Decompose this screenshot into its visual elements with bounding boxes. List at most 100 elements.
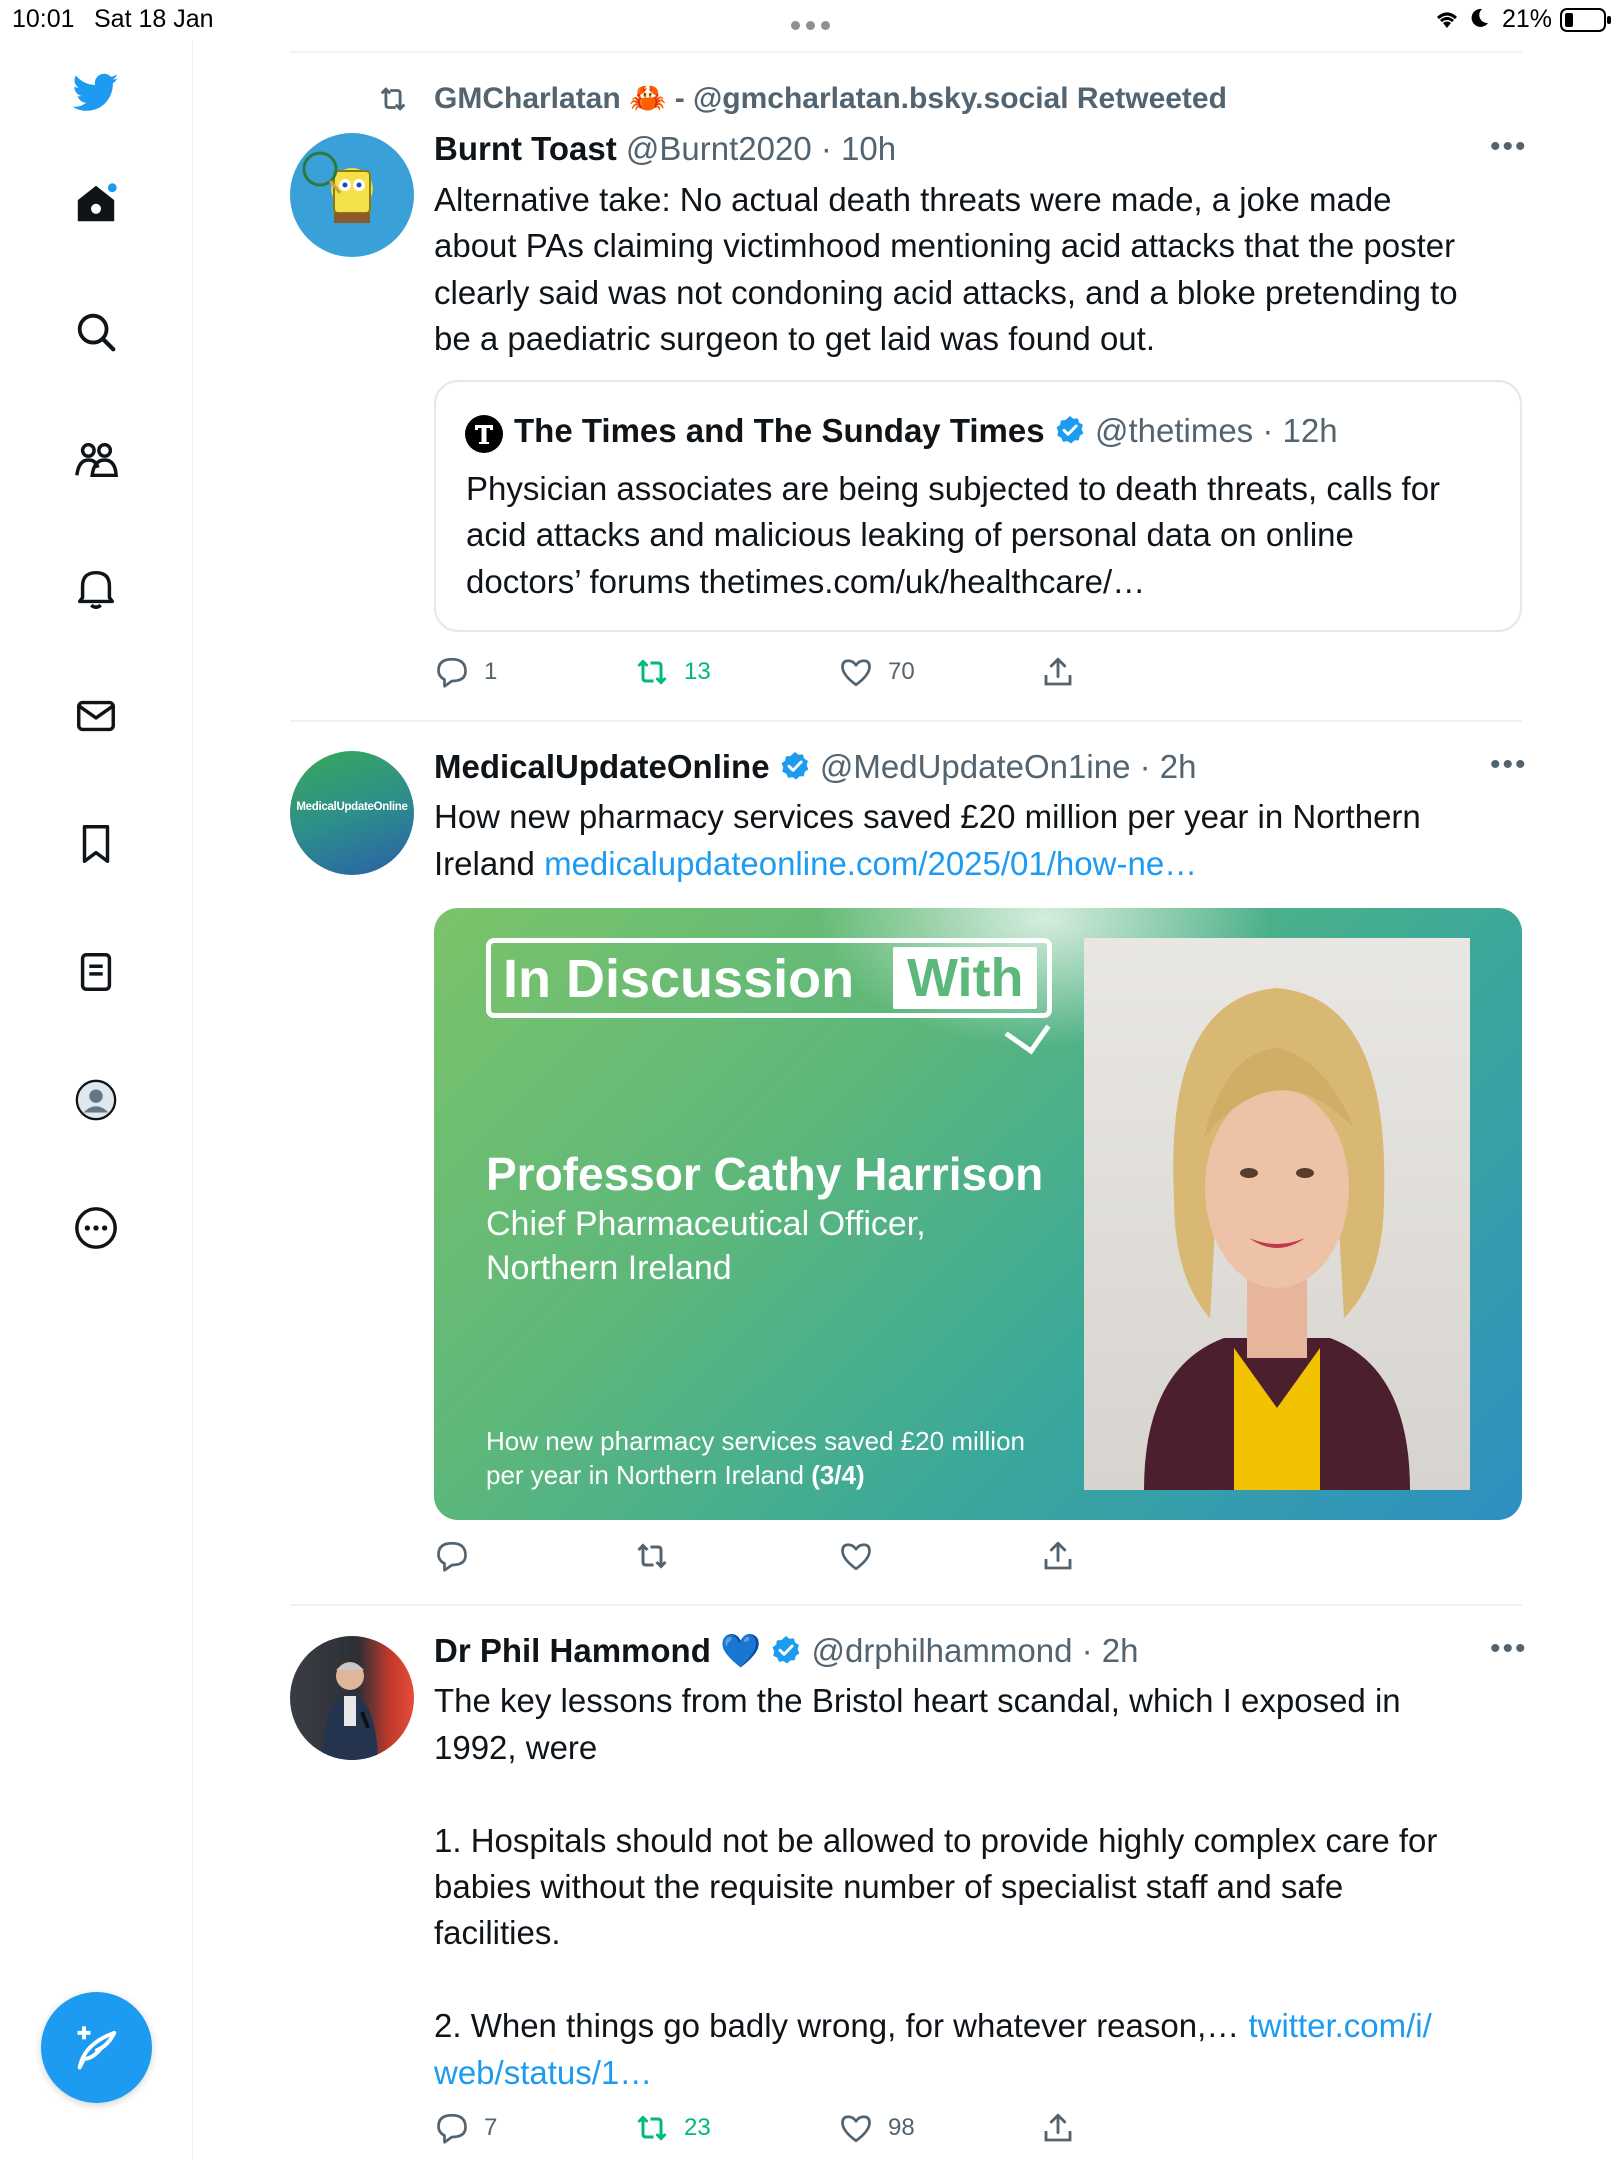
tweet-more-button[interactable]: ••• <box>1490 748 1528 782</box>
tweet-more-button[interactable]: ••• <box>1490 130 1528 164</box>
nav-notifications[interactable] <box>66 558 126 618</box>
avatar-medical-update-online[interactable]: MedicalUpdateOnline <box>290 751 414 875</box>
communities-icon <box>75 442 118 478</box>
nav-communities[interactable] <box>66 430 126 490</box>
verified-badge-icon <box>781 752 809 780</box>
share-icon <box>1044 2113 1072 2142</box>
retweet-count: 13 <box>684 658 711 685</box>
author-handle-time[interactable]: @MedUpdateOn1ine · 2h <box>820 748 1197 785</box>
nav-bookmarks[interactable] <box>66 814 126 874</box>
reply-count: 1 <box>484 658 498 685</box>
tweet-text-line: 1. Hospitals should not be allowed to pr… <box>434 1822 1438 1859</box>
reply-icon <box>437 2113 467 2144</box>
search-icon <box>77 313 116 352</box>
battery-icon <box>1560 8 1612 39</box>
nav-messages[interactable] <box>66 686 126 746</box>
compose-icon <box>77 2025 116 2069</box>
verified-badge-icon <box>772 1636 800 1664</box>
quoted-tweet[interactable]: The Times and The Sunday Times @thetimes… <box>434 380 1522 632</box>
retweet-icon <box>637 2115 667 2141</box>
lists-icon <box>80 953 112 991</box>
speech-bubble-badge: In Discussion With <box>486 938 1052 1055</box>
tweet-text-line: about PAs claiming victimhood mentioning… <box>434 227 1456 264</box>
tweet-divider <box>290 720 1522 722</box>
retweet-button[interactable]: 23 <box>634 2108 711 2148</box>
tweet-text-line: 2. When things go badly wrong, for whate… <box>434 2003 1432 2050</box>
avatar-burnt-toast[interactable] <box>290 133 414 257</box>
reply-icon <box>437 657 467 688</box>
retweet-button[interactable]: 13 <box>634 652 711 692</box>
tweet-text-line: How new pharmacy services saved £20 mill… <box>434 798 1421 835</box>
portrait-photo <box>1084 938 1470 1490</box>
avatar-dr-phil-hammond[interactable] <box>290 1636 414 1760</box>
reply-button[interactable]: 1 <box>434 652 497 692</box>
status-time: 10:01 <box>12 5 75 33</box>
share-button[interactable] <box>1040 652 1076 692</box>
tweet-text-line: Alternative take: No actual death threat… <box>434 181 1392 218</box>
media-card[interactable]: In Discussion With Professor Cathy Harri… <box>434 908 1522 1520</box>
share-button[interactable] <box>1040 1536 1076 1576</box>
share-icon <box>1044 657 1072 686</box>
heart-icon <box>841 1543 871 1571</box>
reply-button[interactable] <box>434 1536 484 1576</box>
nav-search[interactable] <box>66 302 126 362</box>
retweet-icon <box>637 1543 667 1569</box>
tweet-link[interactable]: twitter.com/i/ <box>1248 2007 1431 2044</box>
like-button[interactable]: 98 <box>838 2108 915 2148</box>
reply-button[interactable]: 7 <box>434 2108 497 2148</box>
twitter-logo-button[interactable] <box>66 62 126 122</box>
like-button[interactable]: 70 <box>838 652 915 692</box>
tweet-link-continued[interactable]: web/status/1… <box>434 2050 652 2097</box>
tweet-more-button[interactable]: ••• <box>1490 1632 1528 1666</box>
tweet-text-line: 1992, were <box>434 1729 598 1766</box>
the-times-logo-icon <box>464 414 504 459</box>
tweet-text: Ireland <box>434 845 535 882</box>
card-role-line: Northern Ireland <box>486 1249 732 1287</box>
status-bar: 10:01 Sat 18 Jan 21% <box>0 0 1620 40</box>
card-caption-suffix: (3/4) <box>811 1460 865 1490</box>
card-caption-line: per year in Northern Ireland (3/4) <box>486 1458 865 1492</box>
tweet-actions: 1 13 70 <box>434 652 1134 692</box>
tweet-link[interactable]: medicalupdateonline.com/2025/01/how-ne… <box>544 845 1197 882</box>
badge-text-right: With <box>893 947 1038 1009</box>
card-caption-line: How new pharmacy services saved £20 mill… <box>486 1426 1026 1456</box>
notifications-icon <box>77 570 115 609</box>
reply-count: 7 <box>484 2114 498 2141</box>
quoted-author-name: The Times and The Sunday Times <box>514 412 1045 449</box>
author-handle-time[interactable]: @Burnt2020 · 10h <box>626 130 896 167</box>
retweet-icon <box>637 659 667 685</box>
compose-tweet-button[interactable] <box>41 1992 152 2103</box>
author-name[interactable]: Burnt Toast <box>434 130 617 167</box>
nav-home[interactable] <box>66 174 126 234</box>
tweet-actions: 7 23 98 <box>434 2108 1134 2148</box>
author-handle-time[interactable]: @drphilhammond · 2h <box>811 1632 1138 1669</box>
tweet-text-line: babies without the requisite number of s… <box>434 1868 1344 1905</box>
author-name[interactable]: MedicalUpdateOnline <box>434 748 770 785</box>
reply-icon <box>437 1541 467 1572</box>
author-name[interactable]: Dr Phil Hammond 💙 <box>434 1632 761 1669</box>
nav-profile[interactable] <box>66 1070 126 1130</box>
nav-lists[interactable] <box>66 942 126 1002</box>
tweet-divider <box>290 1604 1522 1606</box>
card-caption-text: per year in Northern Ireland <box>486 1460 804 1490</box>
heart-icon <box>841 2115 871 2143</box>
badge-text-left: In Discussion <box>503 949 855 1009</box>
nav-more[interactable] <box>66 1198 126 1258</box>
retweet-context-icon <box>374 82 412 121</box>
like-count: 98 <box>888 2114 915 2141</box>
tweet-text: 2. When things go badly wrong, for whate… <box>434 2007 1240 2044</box>
tweet-actions <box>434 1536 1134 1576</box>
tweet-text-line: be a paediatric surgeon to get laid was … <box>434 320 1155 357</box>
retweet-button[interactable] <box>634 1536 684 1576</box>
share-icon <box>1044 1541 1072 1570</box>
verified-badge-icon <box>1056 416 1084 444</box>
retweet-context[interactable]: GMCharlatan 🦀 - @gmcharlatan.bsky.social… <box>434 76 1227 123</box>
card-role-line: Chief Pharmaceutical Officer, <box>486 1205 926 1243</box>
share-button[interactable] <box>1040 2108 1076 2148</box>
home-icon <box>77 183 117 222</box>
multitasking-dots-icon[interactable] <box>788 8 833 37</box>
retweet-count: 23 <box>684 2114 711 2141</box>
wifi-icon <box>1434 8 1460 37</box>
tweet-header: Dr Phil Hammond 💙 @drphilhammond · 2h <box>434 1628 1138 1675</box>
like-button[interactable] <box>838 1536 888 1576</box>
